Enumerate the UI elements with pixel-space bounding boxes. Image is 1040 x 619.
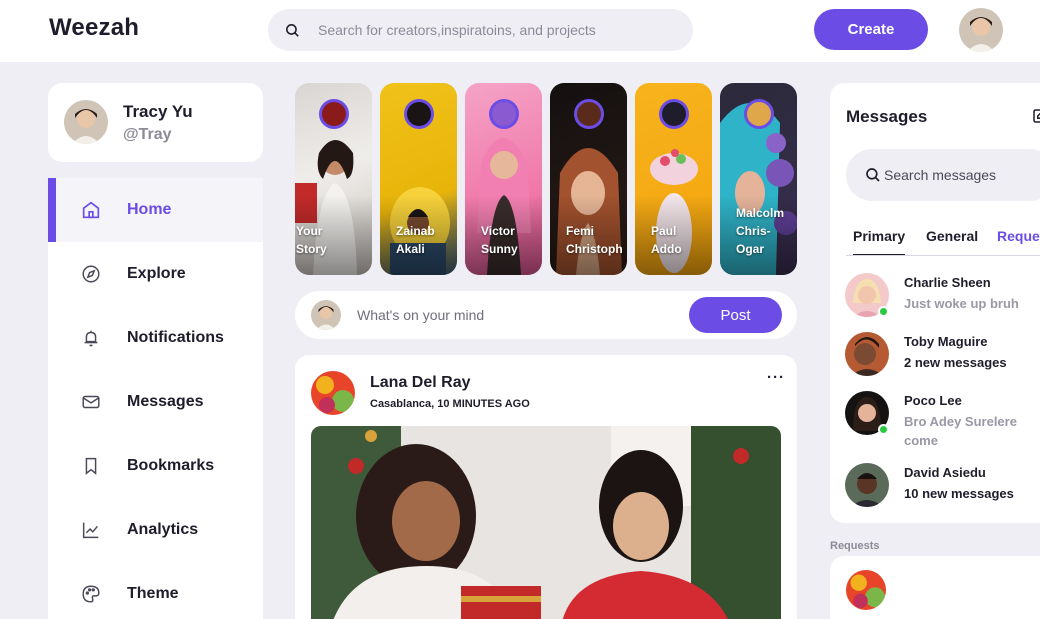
envelope-icon [82, 395, 100, 409]
search-icon [286, 23, 299, 37]
palette-icon [82, 585, 100, 603]
message-preview: Bro Adey Surelere come [904, 414, 1017, 448]
tab-divider [846, 255, 1040, 256]
online-indicator [878, 424, 889, 435]
story-avatar [403, 99, 434, 129]
home-icon [82, 201, 100, 219]
search-icon [866, 168, 880, 182]
message-preview: 2 new messages [904, 355, 1007, 370]
story-name: Your Story [296, 224, 327, 256]
story-name: Paul Addo [651, 224, 682, 256]
message-item[interactable]: Poco Lee Bro Adey Surelere come [845, 391, 1040, 448]
story-name: Femi Christoph [566, 224, 623, 256]
bookmark-icon [85, 457, 97, 475]
messages-panel: Messages Search messages Primary General… [830, 83, 1040, 523]
story-name: Victor Sunny [481, 224, 518, 256]
request-card[interactable] [830, 556, 1040, 619]
story-card[interactable]: Paul Addo [635, 83, 712, 275]
message-sender: David Asiedu [904, 465, 986, 480]
post-author[interactable]: Lana Del Ray [370, 374, 470, 392]
sidebar-item-label: Explore [127, 265, 186, 282]
sidebar-item-notifications[interactable]: Notifications [48, 306, 263, 370]
search-input[interactable]: Search for creators,inspiratoins, and pr… [318, 22, 596, 38]
post-button[interactable]: Post [689, 297, 782, 333]
profile-name: Tracy Yu [123, 102, 193, 121]
profile-card[interactable]: Tracy Yu @Tray [48, 83, 263, 162]
compass-icon [82, 265, 100, 283]
tab-requests[interactable]: Reque [997, 228, 1040, 244]
sidebar-item-label: Home [127, 201, 172, 218]
message-preview: Just woke up bruh [904, 296, 1019, 311]
edit-icon[interactable] [1031, 107, 1040, 125]
message-item[interactable]: Charlie Sheen Just woke up bruh [845, 273, 1040, 323]
messages-title: Messages [846, 107, 928, 126]
post-meta: Casablanca, 10 MINUTES AGO [370, 398, 530, 410]
post-input[interactable]: What's on your mind [357, 307, 484, 323]
message-sender: Poco Lee [904, 393, 962, 408]
story-avatar [658, 99, 689, 129]
top-bar: Weezah Search for creators,inspiratoins,… [0, 0, 1040, 62]
sidebar-item-home[interactable]: Home [48, 178, 263, 242]
message-sender: Toby Maguire [904, 334, 988, 349]
sidebar-item-analytics[interactable]: Analytics [48, 498, 263, 562]
sidebar-item-label: Notifications [127, 329, 224, 346]
sidebar: Home Explore Notifications Messages Book… [48, 178, 263, 619]
story-avatar [573, 99, 604, 129]
message-item[interactable]: Toby Maguire 2 new messages [845, 332, 1040, 382]
chart-line-icon [82, 522, 99, 539]
sidebar-item-label: Messages [127, 393, 204, 410]
bell-icon [84, 330, 98, 347]
avatar [845, 332, 889, 376]
app-logo[interactable]: Weezah [49, 14, 139, 42]
message-preview: 10 new messages [904, 486, 1014, 501]
sidebar-item-messages[interactable]: Messages [48, 370, 263, 434]
profile-handle: @Tray [123, 126, 172, 143]
global-search[interactable]: Search for creators,inspiratoins, and pr… [268, 9, 693, 51]
message-search-input[interactable]: Search messages [884, 167, 996, 183]
online-indicator [878, 306, 889, 317]
post-image[interactable] [311, 426, 781, 619]
create-button[interactable]: Create [814, 9, 928, 50]
sidebar-item-bookmarks[interactable]: Bookmarks [48, 434, 263, 498]
story-card[interactable]: Femi Christoph [550, 83, 627, 275]
message-sender: Charlie Sheen [904, 275, 991, 290]
sidebar-item-explore[interactable]: Explore [48, 242, 263, 306]
avatar [64, 100, 108, 144]
avatar [311, 300, 341, 330]
story-card[interactable]: Zainab Akali [380, 83, 457, 275]
sidebar-item-label: Analytics [127, 521, 199, 538]
story-card[interactable]: Your Story [295, 83, 372, 275]
message-search[interactable]: Search messages [846, 149, 1040, 201]
story-avatar [743, 99, 774, 129]
tab-general[interactable]: General [926, 228, 978, 244]
story-name: Zainab Akali [396, 224, 435, 256]
sidebar-item-label: Theme [127, 585, 179, 602]
story-avatar [318, 99, 349, 129]
avatar [846, 570, 886, 610]
avatar[interactable] [311, 371, 355, 415]
story-name: Malcolm Chris- Ogar [736, 206, 785, 256]
feed-post: Lana Del Ray Casablanca, 10 MINUTES AGO … [295, 355, 797, 619]
story-card[interactable]: Malcolm Chris- Ogar [720, 83, 797, 275]
requests-heading: Requests [830, 540, 880, 552]
more-options-icon[interactable]: ··· [767, 369, 785, 386]
avatar [845, 463, 889, 507]
sidebar-item-label: Bookmarks [127, 457, 215, 474]
tab-primary[interactable]: Primary [853, 228, 906, 256]
message-item[interactable]: David Asiedu 10 new messages [845, 463, 1040, 513]
avatar[interactable] [959, 8, 1003, 52]
sidebar-item-theme[interactable]: Theme [48, 562, 263, 619]
story-card[interactable]: Victor Sunny [465, 83, 542, 275]
story-avatar [488, 99, 519, 129]
